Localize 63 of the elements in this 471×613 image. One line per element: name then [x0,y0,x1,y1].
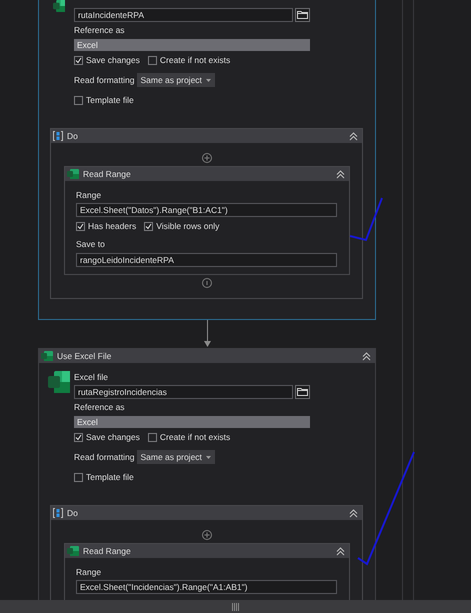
checkbox-label: Save changes [86,432,140,442]
range-field[interactable]: Excel.Sheet("Datos").Range("B1:AC1") [76,203,337,217]
spreadsheet-icon [67,546,79,556]
checkbox-label: Has headers [88,221,136,231]
checkbox-label: Visible rows only [156,221,220,231]
field-label: Save to [76,238,106,251]
collapse-icon[interactable] [336,170,345,178]
collapse-icon[interactable] [349,132,358,140]
range-field[interactable]: Excel.Sheet("Incidencias").Range("A1:AB1") [76,580,337,594]
checkbox[interactable] [74,56,83,64]
sequence-icon [53,131,63,141]
output-field[interactable]: rangoLeidoIncidenteRPA [76,253,337,267]
checkbox-label: Template file [86,472,134,482]
field-label: Read formatting [74,452,134,462]
checkbox-label: Template file [86,95,134,105]
resize-grip-icon[interactable] [232,602,239,610]
field-label: Range [76,566,102,579]
field-label: Read formatting [74,75,134,85]
collapse-icon[interactable] [336,546,345,556]
checkbox[interactable] [144,222,154,230]
folder-icon [297,388,308,396]
formatting-dropdown[interactable]: Same as project [137,73,215,87]
caret-icon [206,78,211,82]
reference-field[interactable]: Excel [74,416,310,428]
activity-card[interactable] [38,0,376,320]
caret-icon [206,456,211,458]
checkbox[interactable] [74,472,83,482]
reference-field[interactable]: Excel [74,39,310,51]
spreadsheet-icon [48,371,70,393]
folder-icon [297,11,308,19]
formatting-dropdown[interactable]: Same as project [137,450,215,464]
browse-button[interactable] [295,8,310,22]
checkbox[interactable] [148,56,157,64]
spreadsheet-icon [67,169,79,179]
activity-title: Read Range [83,546,132,556]
info-icon[interactable] [202,278,212,288]
check-mark-drawing [348,196,384,242]
file-field[interactable]: rutaIncidenteRPA [74,8,293,22]
activity-title: Use Excel File [57,351,112,361]
sequence-title: Do [67,508,79,518]
checkbox[interactable] [74,96,83,104]
add-icon[interactable] [202,153,212,163]
collapse-icon[interactable] [362,352,371,360]
collapse-icon[interactable] [349,508,358,518]
browse-button[interactable] [295,385,310,399]
sequence-title: Do [67,131,79,141]
sequence-icon [53,508,63,518]
checkbox-label: Create if not exists [160,432,230,442]
activity-card[interactable] [38,348,376,600]
activity-title: Read Range [83,169,132,179]
field-label: Reference as [74,24,126,37]
spreadsheet-icon [41,351,53,361]
checkbox-label: Save changes [86,55,140,65]
checkbox[interactable] [74,432,83,442]
checkbox-label: Create if not exists [160,55,230,65]
connector-arrow [204,320,210,348]
file-field[interactable]: rutaRegistroIncidencias [74,385,293,399]
field-label: Excel file [74,371,110,384]
checkbox[interactable] [76,222,85,230]
add-icon[interactable] [202,530,212,540]
field-label: Range [76,189,102,202]
checkbox[interactable] [148,432,157,442]
field-label: Reference as [74,401,126,414]
